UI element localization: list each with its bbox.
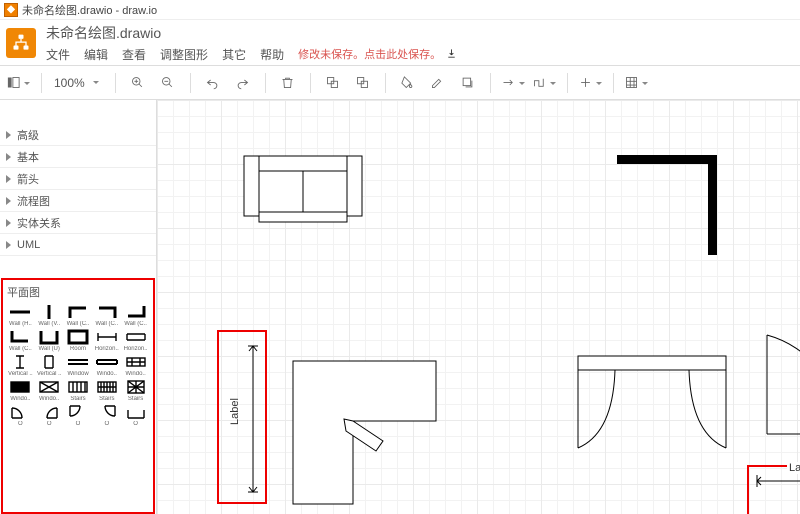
filename[interactable]: 未命名绘图.drawio xyxy=(46,23,457,43)
connection-button[interactable] xyxy=(501,71,526,95)
cat-entity[interactable]: 实体关系 xyxy=(0,212,156,234)
shape-door[interactable] xyxy=(767,335,800,438)
redo-button[interactable] xyxy=(231,71,255,95)
undo-button[interactable] xyxy=(201,71,225,95)
shape-dim-v2[interactable]: Vertical .. xyxy=(36,354,63,377)
shape-wall-c4[interactable]: Wall (C.. xyxy=(7,329,34,352)
workspace: 高级 基本 箭头 流程图 实体关系 UML 平面图 Wall (H.. Wall… xyxy=(0,100,800,514)
line-color-button[interactable] xyxy=(426,71,450,95)
menu-adjust[interactable]: 调整图形 xyxy=(160,46,208,63)
shape-stairs1[interactable]: Stairs xyxy=(65,379,92,402)
chevron-right-icon xyxy=(6,241,11,249)
cat-advanced[interactable]: 高级 xyxy=(0,124,156,146)
shape-curtain[interactable] xyxy=(577,355,727,453)
chevron-right-icon xyxy=(6,131,11,139)
shape-dim-h2[interactable]: Horizon.. xyxy=(122,329,149,352)
shape-dimension-h[interactable]: Label xyxy=(757,474,800,495)
shadow-button[interactable] xyxy=(456,71,480,95)
shape-sidebar: 高级 基本 箭头 流程图 实体关系 UML 平面图 Wall (H.. Wall… xyxy=(0,100,157,514)
shape-room[interactable]: Room xyxy=(65,329,92,352)
shape-door5[interactable]: O xyxy=(122,404,149,427)
window-title: 未命名绘图.drawio - draw.io xyxy=(22,2,157,18)
shape-window2[interactable]: Windo.. xyxy=(93,354,120,377)
to-front-button[interactable] xyxy=(321,71,345,95)
window-titlebar: ◆ 未命名绘图.drawio - draw.io xyxy=(0,0,800,20)
shape-wall-u[interactable]: Wall (U) xyxy=(36,329,63,352)
shape-stairs2[interactable]: Stairs xyxy=(93,379,120,402)
palette-floorplan: 平面图 Wall (H.. Wall (V.. Wall (C.. Wall (… xyxy=(1,278,155,514)
cat-uml[interactable]: UML xyxy=(0,234,156,256)
chevron-right-icon xyxy=(6,175,11,183)
shape-window4[interactable]: Windo.. xyxy=(7,379,34,402)
delete-button[interactable] xyxy=(276,71,300,95)
shape-wall-corner[interactable] xyxy=(617,155,717,258)
to-back-button[interactable] xyxy=(351,71,375,95)
shape-door2[interactable]: O xyxy=(36,404,63,427)
shape-dim-h1[interactable]: Horizon.. xyxy=(93,329,120,352)
toolbar: 100% xyxy=(0,66,800,100)
menu-other[interactable]: 其它 xyxy=(222,46,246,63)
menu-view[interactable]: 查看 xyxy=(122,46,146,63)
palette-title: 平面图 xyxy=(7,284,149,300)
waypoint-button[interactable] xyxy=(532,71,557,95)
menu-help[interactable]: 帮助 xyxy=(260,46,284,63)
shape-wall-c2[interactable]: Wall (C.. xyxy=(93,304,120,327)
drawio-favicon: ◆ xyxy=(4,3,18,17)
shape-stairs3[interactable]: Stairs xyxy=(122,379,149,402)
shape-door4[interactable]: O xyxy=(93,404,120,427)
shape-window3[interactable]: Windo.. xyxy=(122,354,149,377)
app-header: 未命名绘图.drawio 文件 编辑 查看 调整图形 其它 帮助 修改未保存。点… xyxy=(0,20,800,66)
shape-window5[interactable]: Windo.. xyxy=(36,379,63,402)
dimension-label: Label xyxy=(229,398,241,425)
shape-window1[interactable]: Window xyxy=(65,354,92,377)
table-button[interactable] xyxy=(624,71,649,95)
shape-wall-h[interactable]: Wall (H.. xyxy=(7,304,34,327)
shape-wall-c3[interactable]: Wall (C.. xyxy=(122,304,149,327)
chevron-right-icon xyxy=(6,153,11,161)
menu-edit[interactable]: 编辑 xyxy=(84,46,108,63)
zoom-level[interactable]: 100% xyxy=(52,76,105,90)
menubar: 文件 编辑 查看 调整图形 其它 帮助 修改未保存。点击此处保存。 xyxy=(46,46,457,63)
canvas[interactable]: Label Label xyxy=(157,100,800,514)
dimension-label2: Label xyxy=(787,462,800,474)
cat-flowchart[interactable]: 流程图 xyxy=(0,190,156,212)
menu-file[interactable]: 文件 xyxy=(46,46,70,63)
download-icon xyxy=(446,48,457,59)
shape-kitchen-counter[interactable] xyxy=(292,360,437,508)
cat-arrow[interactable]: 箭头 xyxy=(0,168,156,190)
insert-button[interactable] xyxy=(578,71,603,95)
zoom-in-button[interactable] xyxy=(126,71,150,95)
fill-color-button[interactable] xyxy=(396,71,420,95)
chevron-right-icon xyxy=(6,197,11,205)
shape-dim-v1[interactable]: Vertical .. xyxy=(7,354,34,377)
search-shapes-row[interactable] xyxy=(0,100,156,124)
unsaved-warning[interactable]: 修改未保存。点击此处保存。 xyxy=(298,46,457,62)
drawio-logo[interactable] xyxy=(6,28,36,58)
shape-dimension-v[interactable]: Label xyxy=(247,346,263,495)
shape-door1[interactable]: O xyxy=(7,404,34,427)
shape-wall-v[interactable]: Wall (V.. xyxy=(36,304,63,327)
sidebar-toggle[interactable] xyxy=(6,71,31,95)
shape-sofa[interactable] xyxy=(243,155,363,230)
zoom-out-button[interactable] xyxy=(156,71,180,95)
shape-door3[interactable]: O xyxy=(65,404,92,427)
cat-basic[interactable]: 基本 xyxy=(0,146,156,168)
chevron-right-icon xyxy=(6,219,11,227)
shape-wall-c1[interactable]: Wall (C.. xyxy=(65,304,92,327)
